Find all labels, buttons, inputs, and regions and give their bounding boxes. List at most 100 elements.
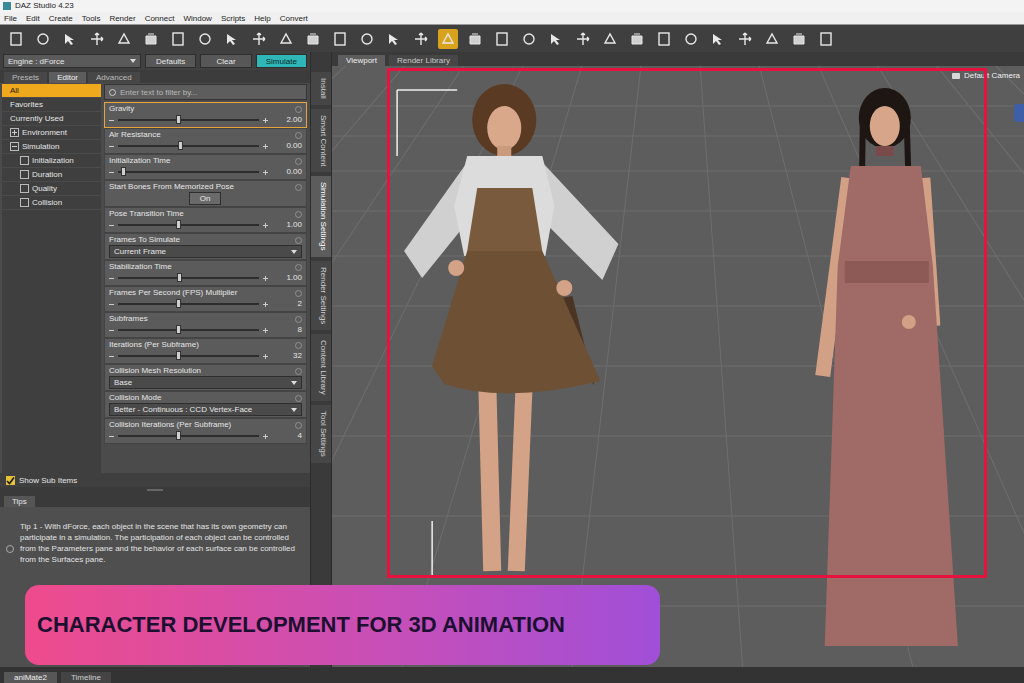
- menu-item[interactable]: Edit: [26, 13, 40, 24]
- pane-tab[interactable]: Advanced: [88, 72, 140, 83]
- slider-track[interactable]: [118, 329, 259, 331]
- toggle-button[interactable]: On: [189, 192, 221, 205]
- tool-button[interactable]: [654, 29, 674, 49]
- minus-icon[interactable]: [109, 436, 114, 437]
- tree-item[interactable]: Currently Used: [2, 112, 101, 126]
- minus-icon[interactable]: [109, 304, 114, 305]
- slider[interactable]: 4: [109, 430, 302, 442]
- plus-icon[interactable]: [263, 223, 268, 228]
- slider-thumb[interactable]: [176, 220, 181, 229]
- slider-track[interactable]: [118, 277, 259, 279]
- minus-icon[interactable]: [109, 278, 114, 279]
- menu-item[interactable]: Create: [49, 13, 73, 24]
- slider[interactable]: 1.00: [109, 219, 302, 231]
- menu-item[interactable]: Convert: [280, 13, 308, 24]
- view-cube-icon[interactable]: [1014, 104, 1024, 122]
- tool-button[interactable]: [114, 29, 134, 49]
- slider[interactable]: 1.00: [109, 272, 302, 284]
- menu-item[interactable]: Window: [183, 13, 211, 24]
- action-button[interactable]: Clear: [200, 54, 251, 68]
- plus-icon[interactable]: [263, 328, 268, 333]
- viewport-tab[interactable]: Viewport: [338, 55, 385, 66]
- slider-track[interactable]: [118, 435, 259, 437]
- slider-track[interactable]: [118, 145, 259, 147]
- side-tab[interactable]: Tool Settings: [311, 405, 331, 463]
- minus-icon[interactable]: [109, 330, 114, 331]
- slider[interactable]: 2: [109, 298, 302, 310]
- tool-button[interactable]: [519, 29, 539, 49]
- tool-button[interactable]: [438, 29, 458, 49]
- slider-track[interactable]: [118, 119, 259, 121]
- plus-icon[interactable]: [263, 144, 268, 149]
- pane-tab[interactable]: Presets: [4, 72, 47, 83]
- menu-item[interactable]: Scripts: [221, 13, 245, 24]
- tool-button[interactable]: [33, 29, 53, 49]
- slider-thumb[interactable]: [176, 299, 181, 308]
- tool-button[interactable]: [168, 29, 188, 49]
- slider-track[interactable]: [118, 355, 259, 357]
- plus-icon[interactable]: [263, 118, 268, 123]
- minus-icon[interactable]: [109, 225, 114, 226]
- tool-button[interactable]: [357, 29, 377, 49]
- tool-button[interactable]: [735, 29, 755, 49]
- tree-item[interactable]: Simulation: [2, 140, 101, 154]
- tool-button[interactable]: [276, 29, 296, 49]
- slider-thumb[interactable]: [176, 351, 181, 360]
- parameter-value[interactable]: 0.00: [272, 141, 302, 151]
- reset-icon[interactable]: [295, 132, 302, 139]
- slider[interactable]: 0.00: [109, 166, 302, 178]
- minus-icon[interactable]: [109, 356, 114, 357]
- tool-button[interactable]: [141, 29, 161, 49]
- slider-track[interactable]: [118, 303, 259, 305]
- slider-thumb[interactable]: [176, 325, 181, 334]
- viewport-canvas[interactable]: Default Camera: [332, 66, 1024, 667]
- viewport-tab[interactable]: Render Library: [389, 55, 458, 66]
- slider-thumb[interactable]: [176, 115, 181, 124]
- side-tab[interactable]: Simulation Settings: [311, 176, 331, 256]
- tool-button[interactable]: [249, 29, 269, 49]
- tree-subitem[interactable]: Quality: [2, 182, 101, 196]
- side-tab[interactable]: Content Library: [311, 334, 331, 401]
- tool-button[interactable]: [492, 29, 512, 49]
- parameter-value[interactable]: 4: [272, 431, 302, 441]
- parameter-value[interactable]: 32: [272, 351, 302, 361]
- minus-icon[interactable]: [109, 120, 114, 121]
- tool-button[interactable]: [600, 29, 620, 49]
- menu-item[interactable]: Render: [109, 13, 135, 24]
- slider[interactable]: 0.00: [109, 140, 302, 152]
- plus-icon[interactable]: [263, 276, 268, 281]
- plus-icon[interactable]: [263, 434, 268, 439]
- engine-dropdown[interactable]: Engine : dForce: [3, 54, 141, 68]
- bottom-tab[interactable]: Timeline: [61, 672, 111, 683]
- tip-nav-icon[interactable]: [6, 545, 14, 553]
- tree-subitem[interactable]: Collision: [2, 196, 101, 210]
- reset-icon[interactable]: [295, 342, 302, 349]
- tips-tab[interactable]: Tips: [4, 496, 35, 507]
- tool-button[interactable]: [546, 29, 566, 49]
- parameter-value[interactable]: 2.00: [272, 115, 302, 125]
- parameter-value[interactable]: 1.00: [272, 273, 302, 283]
- slider[interactable]: 32: [109, 350, 302, 362]
- reset-icon[interactable]: [295, 106, 302, 113]
- slider-thumb[interactable]: [121, 167, 126, 176]
- pane-tab[interactable]: Editor: [49, 72, 86, 83]
- tool-button[interactable]: [384, 29, 404, 49]
- reset-icon[interactable]: [295, 368, 302, 375]
- tool-button[interactable]: [681, 29, 701, 49]
- tree-subitem[interactable]: Initialization: [2, 154, 101, 168]
- bottom-tab[interactable]: aniMate2: [4, 672, 57, 683]
- reset-icon[interactable]: [295, 290, 302, 297]
- plus-icon[interactable]: [263, 354, 268, 359]
- tool-button[interactable]: [303, 29, 323, 49]
- tree-item[interactable]: Favorites: [2, 98, 101, 112]
- side-tab[interactable]: Smart Content: [311, 109, 331, 173]
- slider-track[interactable]: [118, 171, 259, 173]
- parameter-value[interactable]: 0.00: [272, 167, 302, 177]
- filter-field[interactable]: Enter text to filter by...: [104, 84, 307, 100]
- tree-item[interactable]: Environment: [2, 126, 101, 140]
- menu-item[interactable]: Help: [254, 13, 270, 24]
- minus-icon[interactable]: [109, 146, 114, 147]
- reset-icon[interactable]: [295, 158, 302, 165]
- tool-button[interactable]: [222, 29, 242, 49]
- menu-item[interactable]: Connect: [145, 13, 175, 24]
